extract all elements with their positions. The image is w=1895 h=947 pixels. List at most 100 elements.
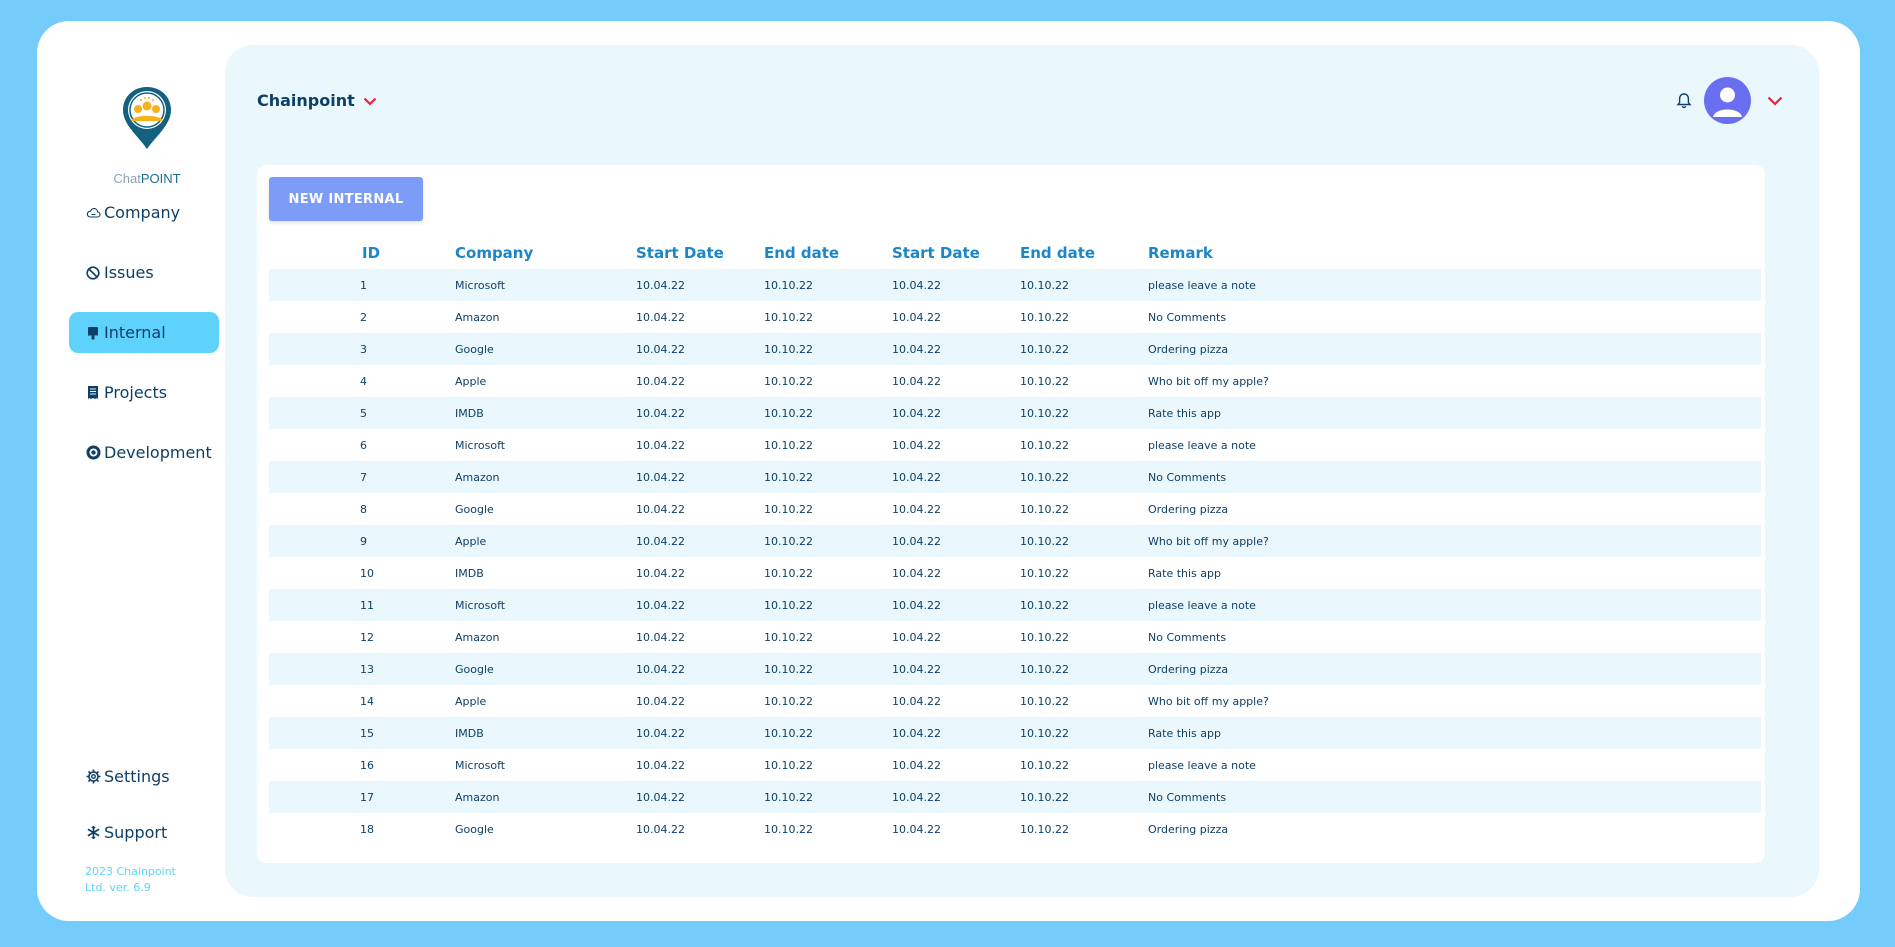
app-window: ChatPOINT Company Issues Internal Projec… bbox=[37, 21, 1860, 921]
sidebar-item-internal[interactable]: Internal bbox=[69, 312, 219, 353]
user-menu-chevron-icon[interactable] bbox=[1767, 91, 1783, 110]
sidebar-item-support[interactable]: Support bbox=[69, 812, 219, 853]
cell-end-date-2: 10.10.22 bbox=[1020, 566, 1069, 580]
sidebar-item-settings[interactable]: Settings bbox=[69, 756, 219, 797]
cell-start-date-2: 10.04.22 bbox=[892, 630, 941, 644]
cell-start-date: 10.04.22 bbox=[636, 781, 764, 813]
column-header-end-date-2[interactable]: End date bbox=[1020, 237, 1148, 269]
cell-start-date: 10.04.22 bbox=[636, 461, 764, 493]
cell-company: Google bbox=[455, 653, 636, 685]
sidebar-item-projects[interactable]: Projects bbox=[69, 372, 219, 413]
cell-end-date: 10.10.22 bbox=[764, 781, 892, 813]
cell-id: 15 bbox=[269, 717, 455, 749]
table-row[interactable]: 8 Google 10.04.22 10.10.22 10.04.22 10.10.22 O… bbox=[269, 493, 1761, 525]
cell-remark: please leave a note bbox=[1148, 758, 1256, 772]
cell-start-date-2: 10.04.22 bbox=[892, 269, 1020, 301]
table-row[interactable]: 9 Apple 10.04.22 10.10.22 10.04.22 10.10.22 Wh… bbox=[269, 525, 1761, 557]
table-row[interactable]: 12 Amazon 10.04.22 10.10.22 10.04.22 10.10.22… bbox=[269, 621, 1761, 653]
column-header-remark[interactable]: Remark bbox=[1148, 237, 1761, 269]
table-row[interactable]: 18 Google 10.04.22 10.10.22 10.04.22 10.10.22… bbox=[269, 813, 1761, 845]
cell-remark: Who bit off my apple? bbox=[1148, 694, 1269, 708]
cell-company: Google bbox=[455, 502, 494, 516]
company-selector[interactable]: Chainpoint bbox=[257, 91, 377, 110]
table-body: 1 Microsoft 10.04.22 10.10.22 10.04.22 10.10.… bbox=[269, 269, 1761, 845]
cell-end-date: 10.10.22 bbox=[764, 310, 813, 324]
cell-id: 4 bbox=[360, 374, 367, 388]
table-row[interactable]: 6 Microsoft 10.04.22 10.10.22 10.04.22 10.10.… bbox=[269, 429, 1761, 461]
table-row[interactable]: 3 Google 10.04.22 10.10.22 10.04.22 10.10.22 O… bbox=[269, 333, 1761, 365]
cell-start-date: 10.04.22 bbox=[636, 397, 764, 429]
cell-start-date: 10.04.22 bbox=[636, 310, 685, 324]
logo-pin-icon bbox=[123, 87, 171, 149]
cell-remark: No Comments bbox=[1148, 781, 1761, 813]
cell-start-date: 10.04.22 bbox=[636, 758, 685, 772]
cell-id: 6 bbox=[360, 438, 367, 452]
cell-start-date-2: 10.04.22 bbox=[892, 717, 1020, 749]
sidebar-item-label: Settings bbox=[104, 767, 170, 786]
column-header-end-date[interactable]: End date bbox=[764, 237, 892, 269]
block-icon bbox=[85, 265, 101, 281]
table-row[interactable]: 2 Amazon 10.04.22 10.10.22 10.04.22 10.10.22 N… bbox=[269, 301, 1761, 333]
avatar[interactable] bbox=[1704, 77, 1751, 124]
cell-end-date-2: 10.10.22 bbox=[1020, 525, 1148, 557]
cell-remark: Ordering pizza bbox=[1148, 502, 1229, 516]
new-internal-button[interactable]: NEW INTERNAL bbox=[269, 177, 423, 221]
cell-remark: Ordering pizza bbox=[1148, 333, 1761, 365]
sidebar-item-company[interactable]: Company bbox=[69, 192, 219, 233]
table-row[interactable]: 4 Apple 10.04.22 10.10.22 10.04.22 10.10.22 Wh… bbox=[269, 365, 1761, 397]
cell-end-date: 10.10.22 bbox=[764, 374, 813, 388]
table-row[interactable]: 5 IMDB 10.04.22 10.10.22 10.04.22 10.10.22 Rat… bbox=[269, 397, 1761, 429]
cell-end-date: 10.10.22 bbox=[764, 269, 892, 301]
cell-company: Microsoft bbox=[455, 758, 506, 772]
cell-end-date: 10.10.22 bbox=[764, 461, 892, 493]
cell-end-date-2: 10.10.22 bbox=[1020, 694, 1069, 708]
cell-remark: No Comments bbox=[1148, 630, 1227, 644]
cell-remark: Rate this app bbox=[1148, 566, 1221, 580]
table-row[interactable]: 17 Amazon 10.04.22 10.10.22 10.04.22 10.10.22… bbox=[269, 781, 1761, 813]
cell-id: 14 bbox=[360, 694, 374, 708]
cell-start-date: 10.04.22 bbox=[636, 822, 685, 836]
cell-remark: Rate this app bbox=[1148, 397, 1761, 429]
cell-company: Amazon bbox=[455, 781, 636, 813]
table-row[interactable]: 7 Amazon 10.04.22 10.10.22 10.04.22 10.10.22 N… bbox=[269, 461, 1761, 493]
cell-company: Amazon bbox=[455, 310, 500, 324]
internal-card: NEW INTERNAL ID Company Start Date End d… bbox=[257, 165, 1765, 863]
gear-icon bbox=[85, 769, 101, 785]
sidebar-item-label: Issues bbox=[104, 263, 154, 282]
logo-text-chat: Chat bbox=[113, 171, 141, 186]
cell-end-date-2: 10.10.22 bbox=[1020, 438, 1069, 452]
column-header-id[interactable]: ID bbox=[269, 237, 455, 269]
sidebar-item-issues[interactable]: Issues bbox=[69, 252, 219, 293]
table-row[interactable]: 10 IMDB 10.04.22 10.10.22 10.04.22 10.10.22 Ra… bbox=[269, 557, 1761, 589]
bell-icon[interactable] bbox=[1674, 91, 1694, 111]
target-icon bbox=[85, 445, 101, 461]
cell-remark: please leave a note bbox=[1148, 269, 1761, 301]
cell-start-date-2: 10.04.22 bbox=[892, 310, 941, 324]
table-row[interactable]: 13 Google 10.04.22 10.10.22 10.04.22 10.10.22… bbox=[269, 653, 1761, 685]
cell-end-date-2: 10.10.22 bbox=[1020, 630, 1069, 644]
cell-end-date: 10.10.22 bbox=[764, 566, 813, 580]
cell-start-date-2: 10.04.22 bbox=[892, 525, 1020, 557]
table-row[interactable]: 15 IMDB 10.04.22 10.10.22 10.04.22 10.10.22 Ra… bbox=[269, 717, 1761, 749]
cell-start-date-2: 10.04.22 bbox=[892, 397, 1020, 429]
cell-remark: No Comments bbox=[1148, 310, 1227, 324]
cell-id: 1 bbox=[269, 269, 455, 301]
sidebar-item-label: Development bbox=[104, 443, 212, 462]
cell-end-date: 10.10.22 bbox=[764, 653, 892, 685]
cell-end-date: 10.10.22 bbox=[764, 589, 892, 621]
cell-company: Microsoft bbox=[455, 589, 636, 621]
cell-end-date-2: 10.10.22 bbox=[1020, 502, 1069, 516]
cell-end-date: 10.10.22 bbox=[764, 694, 813, 708]
column-header-start-date[interactable]: Start Date bbox=[636, 237, 764, 269]
sidebar-item-development[interactable]: Development bbox=[69, 432, 219, 473]
column-header-start-date-2[interactable]: Start Date bbox=[892, 237, 1020, 269]
internal-table: ID Company Start Date End date Start Dat… bbox=[269, 237, 1761, 845]
column-header-company[interactable]: Company bbox=[455, 237, 636, 269]
table-row[interactable]: 16 Microsoft 10.04.22 10.10.22 10.04.22 10.10… bbox=[269, 749, 1761, 781]
table-row[interactable]: 1 Microsoft 10.04.22 10.10.22 10.04.22 10.10.… bbox=[269, 269, 1761, 301]
cell-start-date: 10.04.22 bbox=[636, 269, 764, 301]
table-row[interactable]: 14 Apple 10.04.22 10.10.22 10.04.22 10.10.22 W… bbox=[269, 685, 1761, 717]
cell-id: 7 bbox=[269, 461, 455, 493]
cell-company: Google bbox=[455, 333, 636, 365]
table-row[interactable]: 11 Microsoft 10.04.22 10.10.22 10.04.22 10.10… bbox=[269, 589, 1761, 621]
